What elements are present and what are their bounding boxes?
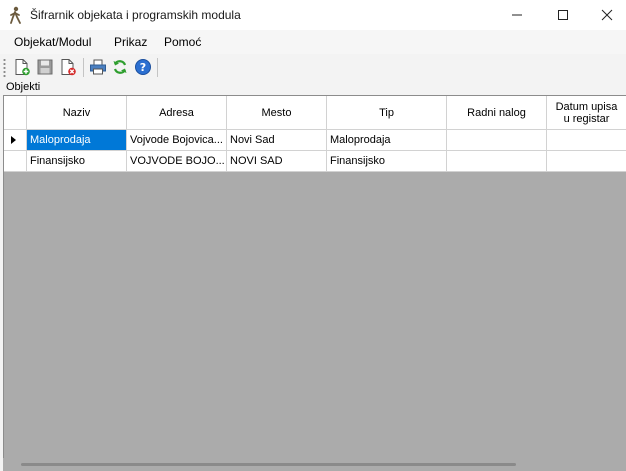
menu-prikaz[interactable]: Prikaz xyxy=(114,35,147,49)
cell-mesto[interactable]: NOVI SAD xyxy=(227,151,327,172)
cell-adresa[interactable]: Vojvode Bojovica... xyxy=(127,130,227,151)
svg-text:?: ? xyxy=(140,61,146,74)
menu-objekat-modul[interactable]: Objekat/Modul xyxy=(14,35,91,49)
column-header-tip[interactable]: Tip xyxy=(327,96,447,130)
column-header-naziv[interactable]: Naziv xyxy=(27,96,127,130)
objects-grid[interactable]: Naziv Adresa Mesto Tip Radni nalog Datum… xyxy=(3,95,626,471)
horizontal-scrollbar[interactable] xyxy=(3,458,626,471)
cell-mesto[interactable]: Novi Sad xyxy=(227,130,327,151)
toolbar: ? xyxy=(0,54,626,81)
toolbar-grip[interactable] xyxy=(3,58,6,77)
table-row[interactable]: Maloprodaja Vojvode Bojovica... Novi Sad… xyxy=(4,130,626,151)
column-header-radni-nalog[interactable]: Radni nalog xyxy=(447,96,547,130)
cell-naziv[interactable]: Maloprodaja xyxy=(27,130,127,151)
menu-pomoc[interactable]: Pomoć xyxy=(164,35,201,49)
column-header-mesto[interactable]: Mesto xyxy=(227,96,327,130)
column-header-datum-upisa[interactable]: Datum upisa u registar xyxy=(547,96,626,130)
close-button[interactable] xyxy=(584,0,626,30)
toolbar-separator xyxy=(157,58,158,77)
minimize-icon xyxy=(512,14,522,16)
grid-header-row: Naziv Adresa Mesto Tip Radni nalog Datum… xyxy=(4,96,626,130)
save-icon[interactable] xyxy=(36,58,54,76)
cell-naziv[interactable]: Finansijsko xyxy=(27,151,127,172)
row-header[interactable] xyxy=(4,151,27,172)
help-icon[interactable]: ? xyxy=(134,58,152,76)
new-document-icon[interactable] xyxy=(13,58,31,76)
cell-datum-upisa[interactable] xyxy=(547,151,626,172)
cell-adresa[interactable]: VOJVODE BOJO... xyxy=(127,151,227,172)
close-icon xyxy=(601,9,613,21)
row-header[interactable] xyxy=(4,130,27,151)
cell-radni-nalog[interactable] xyxy=(447,151,547,172)
toolbar-separator xyxy=(83,58,84,77)
window-title: Šifrarnik objekata i programskih modula xyxy=(30,8,241,22)
maximize-icon xyxy=(558,10,568,20)
person-walking-icon xyxy=(10,6,21,24)
cell-tip[interactable]: Maloprodaja xyxy=(327,130,447,151)
refresh-icon[interactable] xyxy=(111,58,129,76)
menu-bar: Objekat/Modul Prikaz Pomoć xyxy=(0,30,626,54)
column-header-adresa[interactable]: Adresa xyxy=(127,96,227,130)
row-header-corner[interactable] xyxy=(4,96,27,130)
cell-tip[interactable]: Finansijsko xyxy=(327,151,447,172)
delete-document-icon[interactable] xyxy=(59,58,77,76)
title-bar: Šifrarnik objekata i programskih modula xyxy=(0,0,626,30)
minimize-button[interactable] xyxy=(494,0,540,30)
cell-datum-upisa[interactable] xyxy=(547,130,626,151)
print-icon[interactable] xyxy=(89,58,107,76)
scrollbar-thumb[interactable] xyxy=(21,463,516,466)
section-label-objekti: Objekti xyxy=(6,81,41,93)
cell-radni-nalog[interactable] xyxy=(447,130,547,151)
maximize-button[interactable] xyxy=(540,0,586,30)
table-row[interactable]: Finansijsko VOJVODE BOJO... NOVI SAD Fin… xyxy=(4,151,626,172)
current-row-arrow-icon xyxy=(11,136,16,144)
